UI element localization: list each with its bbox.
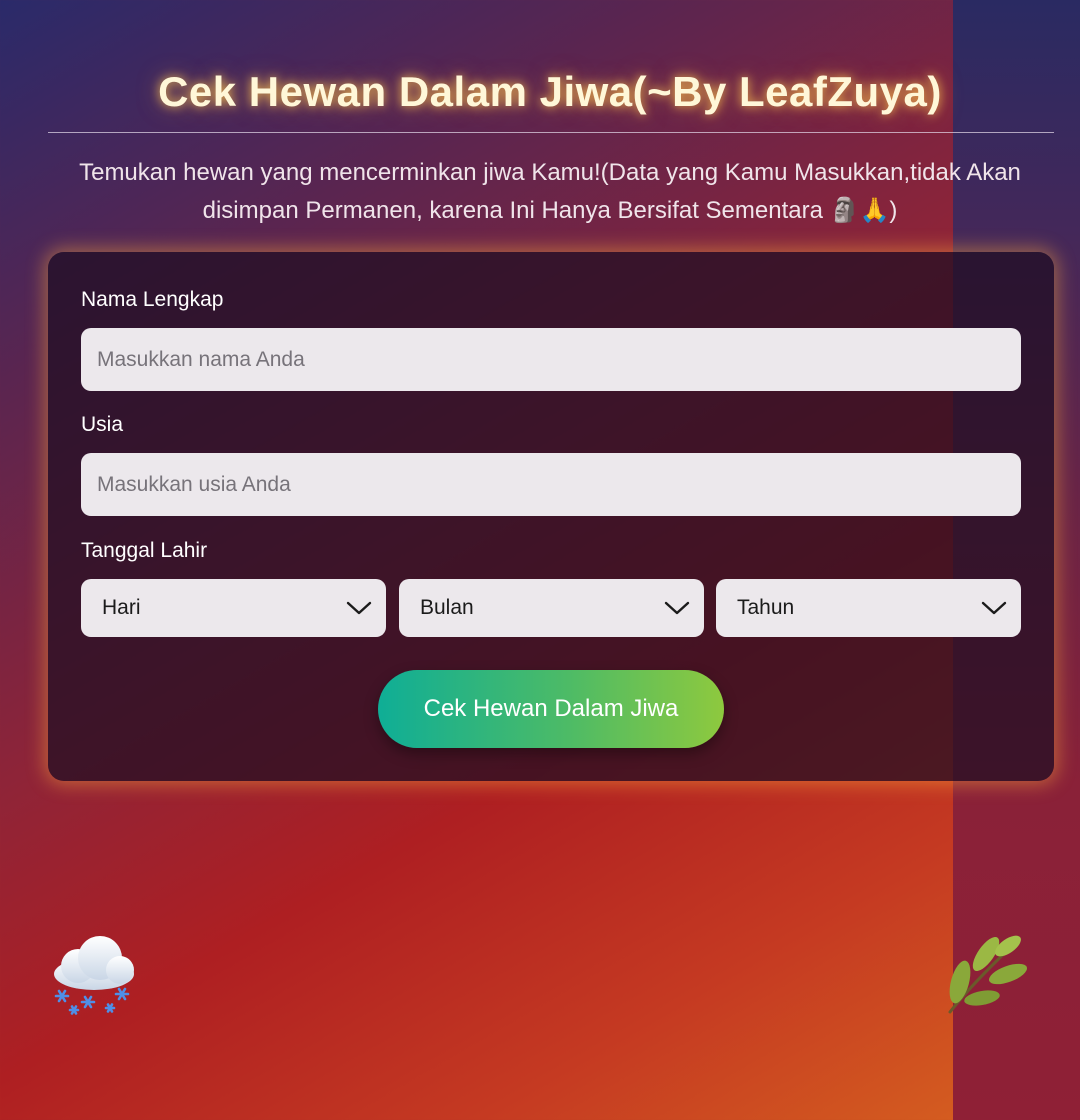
name-input-placeholder: Masukkan nama Anda xyxy=(97,347,305,371)
chevron-down-icon xyxy=(346,601,372,615)
month-select-value: Bulan xyxy=(420,596,474,619)
month-select[interactable]: Bulan xyxy=(399,579,704,637)
age-label: Usia xyxy=(81,413,124,436)
title-divider xyxy=(48,132,1054,133)
chevron-down-icon xyxy=(664,601,690,615)
form-card: Nama Lengkap Masukkan nama Anda Usia Mas… xyxy=(48,252,1054,781)
year-select-value: Tahun xyxy=(737,596,795,619)
name-input[interactable]: Masukkan nama Anda xyxy=(81,328,1021,391)
chevron-down-icon xyxy=(981,601,1007,615)
leaf-icon xyxy=(948,935,1027,1014)
day-select-value: Hari xyxy=(102,596,141,619)
check-animal-button[interactable]: Cek Hewan Dalam Jiwa xyxy=(378,670,724,748)
age-input[interactable]: Masukkan usia Anda xyxy=(81,453,1021,516)
day-select[interactable]: Hari xyxy=(81,579,386,637)
name-label: Nama Lengkap xyxy=(81,288,224,311)
year-select[interactable]: Tahun xyxy=(716,579,1021,637)
birthdate-label: Tanggal Lahir xyxy=(81,539,208,562)
age-input-placeholder: Masukkan usia Anda xyxy=(97,472,291,496)
page-subtitle: Temukan hewan yang mencerminkan jiwa Kam… xyxy=(79,159,1021,224)
page-title: Cek Hewan Dalam Jiwa(~By LeafZuya) xyxy=(158,68,942,115)
snow-cloud-icon xyxy=(54,936,134,1015)
